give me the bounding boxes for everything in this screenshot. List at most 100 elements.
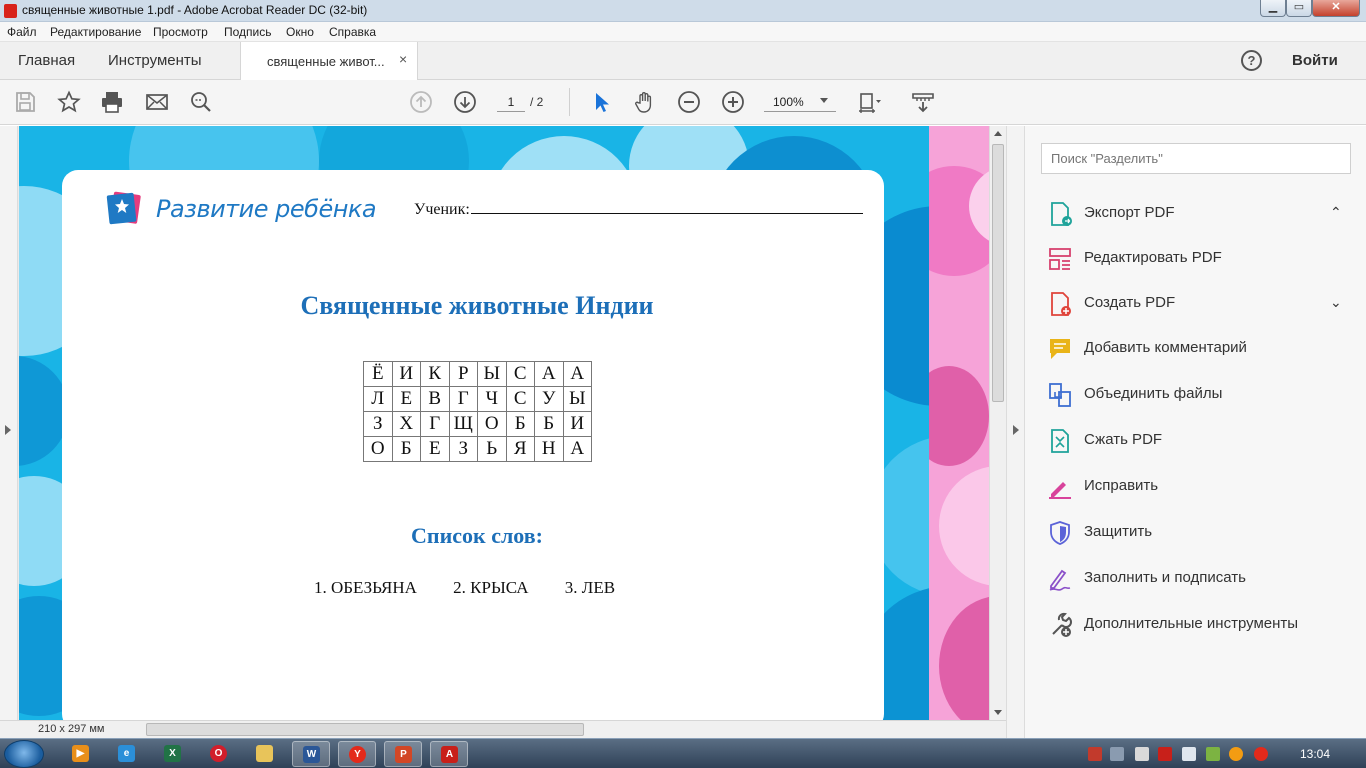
tab-bar: Главная Инструменты священные живот... ×…: [0, 42, 1366, 80]
grid-cell: О: [477, 411, 507, 437]
toolbar-separator: [569, 88, 570, 116]
menu-sign[interactable]: Подпись: [224, 25, 272, 39]
bookmark-star-icon[interactable]: [57, 90, 81, 114]
create-pdf-icon: [1047, 291, 1073, 317]
taskbar-acrobat[interactable]: A: [430, 741, 468, 767]
tool-item-edit-pdf[interactable]: Редактировать PDF: [1047, 243, 1347, 273]
tool-item-combine-files[interactable]: Объединить файлы: [1047, 379, 1347, 409]
taskbar-clock[interactable]: 13:04: [1300, 747, 1330, 761]
start-button[interactable]: [4, 740, 44, 768]
tab-tools[interactable]: Инструменты: [108, 52, 202, 69]
hand-tool-icon[interactable]: [633, 90, 657, 114]
chevron-up-icon[interactable]: ⌃: [1330, 204, 1342, 221]
tray-avast-icon[interactable]: [1229, 747, 1243, 761]
left-panel-toggle[interactable]: [0, 126, 18, 720]
tool-item-compress-pdf[interactable]: Сжать PDF: [1047, 425, 1347, 455]
grid-cell: Б: [505, 411, 535, 437]
signin-button[interactable]: Войти: [1292, 52, 1338, 69]
student-field: Ученик:: [414, 200, 863, 219]
tool-label: Дополнительные инструменты: [1084, 615, 1299, 632]
word-icon: W: [303, 746, 320, 763]
horizontal-scrollbar[interactable]: [140, 723, 1000, 736]
taskbar-explorer[interactable]: [246, 741, 284, 767]
tool-item-fix-pen[interactable]: Исправить: [1047, 471, 1347, 501]
menu-view[interactable]: Просмотр: [153, 25, 208, 39]
grid-cell: Е: [391, 386, 421, 412]
save-icon[interactable]: [13, 90, 37, 114]
scroll-up-icon[interactable]: [994, 131, 1002, 136]
chevron-down-icon[interactable]: ⌄: [1330, 294, 1342, 311]
tray-network-icon[interactable]: [1182, 747, 1196, 761]
tool-item-create-pdf[interactable]: Создать PDF ⌄: [1047, 288, 1347, 318]
taskbar-powerpoint[interactable]: P: [384, 741, 422, 767]
fill-sign-icon: [1047, 566, 1073, 592]
tray-pdf-icon[interactable]: [1158, 747, 1172, 761]
more-tools-icon: [1047, 612, 1073, 638]
tool-item-shield[interactable]: Защитить: [1047, 517, 1347, 547]
chevron-down-icon[interactable]: [820, 98, 828, 103]
zoom-in-icon[interactable]: [721, 90, 745, 114]
menu-help[interactable]: Справка: [329, 25, 376, 39]
folder-icon: [256, 745, 273, 762]
taskbar-word[interactable]: W: [292, 741, 330, 767]
powerpoint-icon: P: [395, 746, 412, 763]
bubble-decoration: [939, 596, 989, 720]
select-cursor-icon[interactable]: [589, 90, 613, 114]
zoom-out-icon[interactable]: [677, 90, 701, 114]
print-icon[interactable]: [100, 90, 124, 114]
menu-edit[interactable]: Редактирование: [50, 25, 141, 39]
word-list-title: Список слов:: [411, 523, 543, 548]
tools-panel: Экспорт PDF ⌃ Редактировать PDF Создать PDF…: [1025, 126, 1366, 738]
vertical-scroll-thumb[interactable]: [992, 144, 1004, 402]
scroll-down-icon[interactable]: [994, 710, 1002, 715]
menu-file[interactable]: Файл: [7, 25, 37, 39]
horizontal-scroll-thumb[interactable]: [146, 723, 584, 736]
read-mode-icon[interactable]: [911, 90, 935, 114]
minimize-button[interactable]: ▁: [1260, 0, 1286, 17]
close-window-button[interactable]: ✕: [1312, 0, 1360, 17]
vertical-scrollbar[interactable]: [989, 126, 1006, 720]
tool-item-fill-sign[interactable]: Заполнить и подписать: [1047, 563, 1347, 593]
tool-item-comment[interactable]: Добавить комментарий: [1047, 333, 1347, 363]
tools-search-input[interactable]: [1041, 143, 1351, 174]
edit-pdf-icon: [1047, 246, 1073, 272]
page-number-input[interactable]: 1: [497, 92, 525, 112]
taskbar-yandex[interactable]: Y: [338, 741, 376, 767]
previous-page-icon[interactable]: [409, 90, 433, 114]
tray-nvidia-icon[interactable]: [1206, 747, 1220, 761]
search-zoom-icon[interactable]: [189, 90, 213, 114]
tab-close-icon[interactable]: ×: [399, 51, 407, 67]
student-name-line: [470, 200, 863, 214]
tool-item-export-pdf[interactable]: Экспорт PDF ⌃: [1047, 198, 1347, 228]
page-fit-icon[interactable]: [857, 90, 881, 114]
grid-cell: Л: [363, 386, 393, 412]
word-list: 1. ОБЕЗЬЯНА 2. КРЫСА 3. ЛЕВ: [314, 578, 647, 598]
email-icon[interactable]: [145, 90, 169, 114]
menu-window[interactable]: Окно: [286, 25, 314, 39]
next-page-icon[interactable]: [453, 90, 477, 114]
taskbar-media-player[interactable]: ▶: [62, 741, 100, 767]
right-panel-toggle[interactable]: [1006, 126, 1025, 738]
tray-flag-icon[interactable]: [1088, 747, 1102, 761]
ie-icon: e: [118, 745, 135, 762]
tool-item-more-tools[interactable]: Дополнительные инструменты: [1047, 609, 1347, 639]
acrobat-icon: A: [441, 746, 458, 763]
grid-row: ЗХГЩОББИ: [363, 411, 592, 437]
taskbar-opera[interactable]: O: [200, 741, 238, 767]
tray-yandex-icon[interactable]: [1254, 747, 1268, 761]
tray-device-icon[interactable]: [1110, 747, 1124, 761]
maximize-button[interactable]: ▭: [1286, 0, 1312, 17]
grid-cell: Ы: [562, 386, 592, 412]
taskbar-ie[interactable]: e: [108, 741, 146, 767]
menu-bar: Файл Редактирование Просмотр Подпись Окн…: [0, 22, 1366, 42]
media-player-icon: ▶: [72, 745, 89, 762]
document-viewport[interactable]: Развитие ребёнка Ученик: Священные живот…: [0, 126, 1006, 720]
grid-cell: Х: [391, 411, 421, 437]
grid-cell: Щ: [448, 411, 478, 437]
tab-home[interactable]: Главная: [18, 52, 75, 69]
taskbar-excel[interactable]: X: [154, 741, 192, 767]
grid-cell: Ь: [477, 436, 507, 462]
help-icon[interactable]: ?: [1241, 50, 1262, 71]
tray-keyboard-icon[interactable]: [1135, 747, 1149, 761]
tab-document[interactable]: священные живот... ×: [240, 42, 418, 80]
